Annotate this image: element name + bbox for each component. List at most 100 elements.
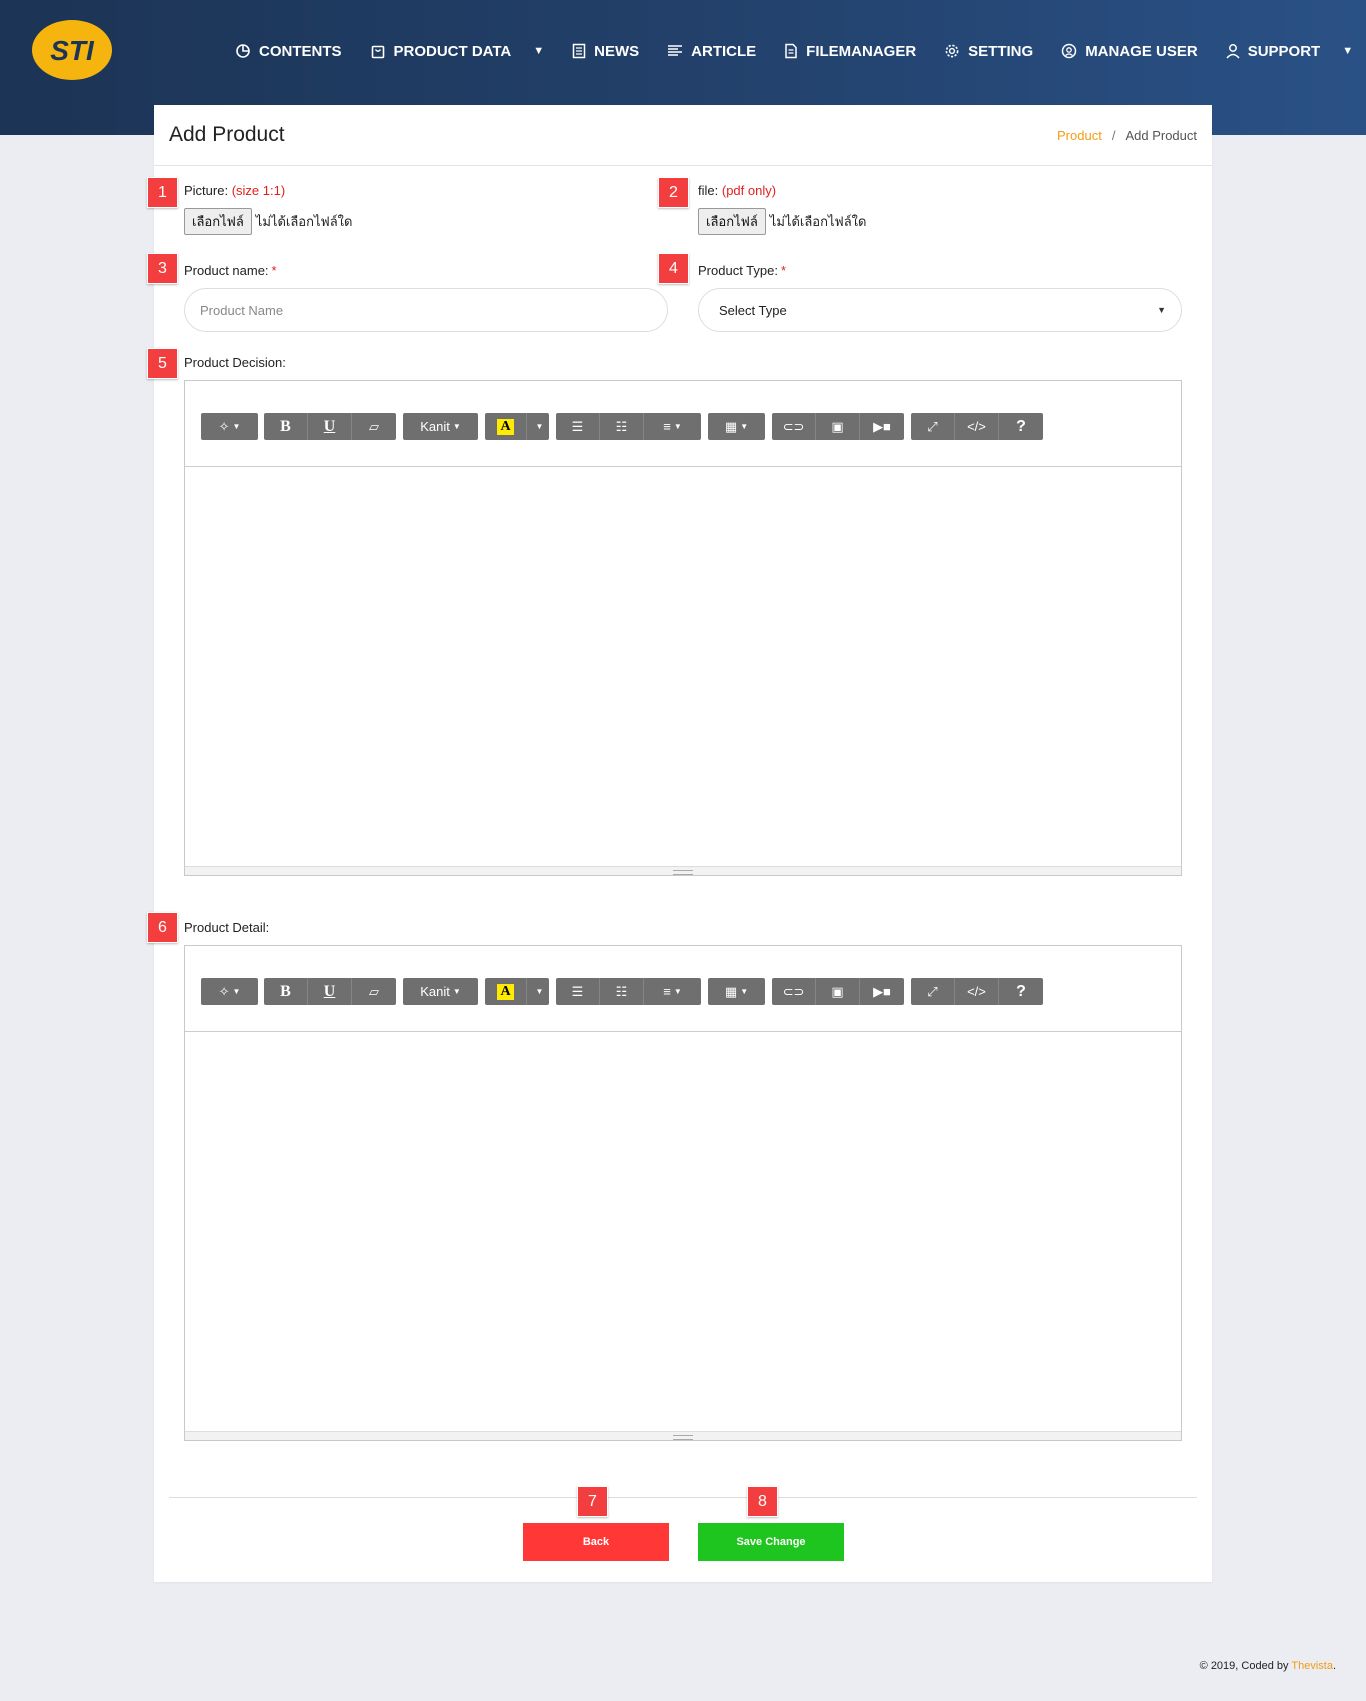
pdf-file-status: ไม่ได้เลือกไฟล์ใด [769, 214, 867, 229]
decision-editor-toolbar: ✧ ▼ B U ▱ Kanit ▼ A ▼ ☰ ☷ ≡ ▼ ▦ ▼ ⊂⊃ ▣ ▶… [185, 381, 1181, 467]
callout-badge-3: 3 [147, 253, 178, 284]
numbered-list-icon[interactable]: ☷ [600, 978, 644, 1005]
numbered-list-icon[interactable]: ☷ [600, 413, 644, 440]
font-name: Kanit [420, 419, 450, 434]
image-icon[interactable]: ▣ [816, 413, 860, 440]
bullet-list-icon[interactable]: ☰ [556, 978, 600, 1005]
breadcrumb-product-link[interactable]: Product [1057, 128, 1102, 143]
decision-resize-handle[interactable] [185, 866, 1181, 875]
code-view-button[interactable]: </> [955, 413, 999, 440]
eraser-icon[interactable]: ▱ [352, 978, 396, 1005]
nav-article[interactable]: ARTICLE [667, 43, 756, 60]
main-nav: CONTENTS PRODUCT DATA ▼ NEWS ARTICLE FIL… [235, 38, 1366, 64]
card-header: Add Product Product / Add Product [154, 105, 1212, 166]
picture-choose-file-button[interactable]: เลือกไฟล์ [184, 208, 252, 235]
bullet-list-icon[interactable]: ☰ [556, 413, 600, 440]
nav-product-data[interactable]: PRODUCT DATA [370, 43, 511, 60]
detail-table-group: ▦ ▼ [708, 978, 765, 1005]
video-icon[interactable]: ▶■ [860, 413, 904, 440]
pdf-choose-file-button[interactable]: เลือกไฟล์ [698, 208, 766, 235]
decision-format-group: B U ▱ [264, 413, 396, 440]
video-icon[interactable]: ▶■ [860, 978, 904, 1005]
font-family-dropdown[interactable]: Kanit ▼ [403, 978, 478, 1005]
code-view-button[interactable]: </> [955, 978, 999, 1005]
nav-news-label: NEWS [594, 42, 640, 60]
align-dropdown-icon[interactable]: ≡ ▼ [644, 978, 701, 1005]
bold-button[interactable]: B [264, 978, 308, 1005]
product-name-label-text: Product name: [184, 263, 269, 278]
nav-article-label: ARTICLE [691, 42, 757, 60]
nav-filemanager-label: FILEMANAGER [806, 42, 917, 60]
bold-button[interactable]: B [264, 413, 308, 440]
nav-manage-user[interactable]: MANAGE USER [1061, 43, 1198, 60]
nav-news[interactable]: NEWS [572, 43, 639, 60]
detail-resize-handle[interactable] [185, 1431, 1181, 1440]
callout-badge-6: 6 [147, 912, 178, 943]
link-icon[interactable]: ⊂⊃ [772, 413, 816, 440]
help-button[interactable]: ? [999, 978, 1043, 1005]
product-name-input[interactable]: Product Name [184, 288, 668, 332]
eraser-icon[interactable]: ▱ [352, 413, 396, 440]
fullscreen-icon[interactable]: ⤢ [911, 978, 955, 1005]
sti-logo[interactable]: STI [29, 16, 115, 84]
back-button[interactable]: Back [523, 1523, 669, 1561]
product-detail-editor: ✧ ▼ B U ▱ Kanit ▼ A ▼ ☰ ☷ ≡ ▼ ▦ ▼ ⊂⊃ ▣ ▶… [184, 945, 1182, 1441]
footer-text: © 2019, Coded by [1199, 1660, 1289, 1672]
pie-chart-icon [236, 44, 250, 58]
select-arrow-icon: ▼ [1157, 305, 1166, 315]
nav-setting[interactable]: SETTING [944, 43, 1033, 60]
product-type-selected: Select Type [719, 302, 787, 318]
nav-setting-label: SETTING [968, 42, 1034, 60]
page-title: Add Product [169, 123, 285, 146]
file-label-text: file: [698, 183, 719, 198]
magic-wand-icon[interactable]: ✧ ▼ [201, 978, 258, 1005]
detail-font-group: Kanit ▼ [403, 978, 478, 1005]
help-button[interactable]: ? [999, 413, 1043, 440]
picture-file-input: เลือกไฟล์ ไม่ได้เลือกไฟล์ใด [184, 208, 352, 235]
callout-badge-4: 4 [658, 253, 689, 284]
highlight-color-button[interactable]: A [485, 413, 527, 440]
magic-wand-icon[interactable]: ✧ ▼ [201, 413, 258, 440]
image-icon[interactable]: ▣ [816, 978, 860, 1005]
fullscreen-icon[interactable]: ⤢ [911, 413, 955, 440]
nav-support[interactable]: SUPPORT [1226, 43, 1320, 60]
bag-icon [371, 45, 384, 59]
product-type-select[interactable]: Select Type ▼ [698, 288, 1182, 332]
decision-table-group: ▦ ▼ [708, 413, 765, 440]
detail-format-group: B U ▱ [264, 978, 396, 1005]
picture-hint: (size 1:1) [231, 183, 286, 198]
nav-filemanager[interactable]: FILEMANAGER [784, 43, 916, 60]
gear-icon [945, 44, 959, 58]
user-icon [1226, 44, 1240, 59]
font-family-dropdown[interactable]: Kanit ▼ [403, 413, 478, 440]
product-name-required-mark: * [271, 263, 277, 278]
support-caret-icon[interactable]: ▼ [1342, 45, 1353, 57]
product-name-placeholder: Product Name [200, 302, 284, 318]
actions-divider [169, 1497, 1197, 1498]
detail-style-group: ✧ ▼ [201, 978, 258, 1005]
table-icon[interactable]: ▦ ▼ [708, 413, 765, 440]
breadcrumb-separator: / [1111, 127, 1116, 143]
detail-insert-group: ⊂⊃ ▣ ▶■ [772, 978, 904, 1005]
pdf-file-input: เลือกไฟล์ ไม่ได้เลือกไฟล์ใด [698, 208, 866, 235]
save-change-button[interactable]: Save Change [698, 1523, 844, 1561]
decision-font-group: Kanit ▼ [403, 413, 478, 440]
file-label: file: (pdf only) [698, 183, 776, 198]
product-data-caret-icon[interactable]: ▼ [533, 45, 544, 57]
color-dropdown-caret-icon[interactable]: ▼ [527, 978, 549, 1005]
footer-brand-link[interactable]: Thevista [1291, 1660, 1333, 1672]
product-decision-textarea[interactable] [185, 467, 1181, 875]
color-dropdown-caret-icon[interactable]: ▼ [527, 413, 549, 440]
link-icon[interactable]: ⊂⊃ [772, 978, 816, 1005]
product-decision-label: Product Decision: [184, 355, 286, 370]
document-icon [572, 43, 586, 59]
decision-style-group: ✧ ▼ [201, 413, 258, 440]
underline-button[interactable]: U [308, 413, 352, 440]
align-dropdown-icon[interactable]: ≡ ▼ [644, 413, 701, 440]
file-icon [785, 43, 797, 59]
nav-contents[interactable]: CONTENTS [235, 43, 342, 60]
underline-button[interactable]: U [308, 978, 352, 1005]
table-icon[interactable]: ▦ ▼ [708, 978, 765, 1005]
product-detail-textarea[interactable] [185, 1032, 1181, 1440]
highlight-color-button[interactable]: A [485, 978, 527, 1005]
